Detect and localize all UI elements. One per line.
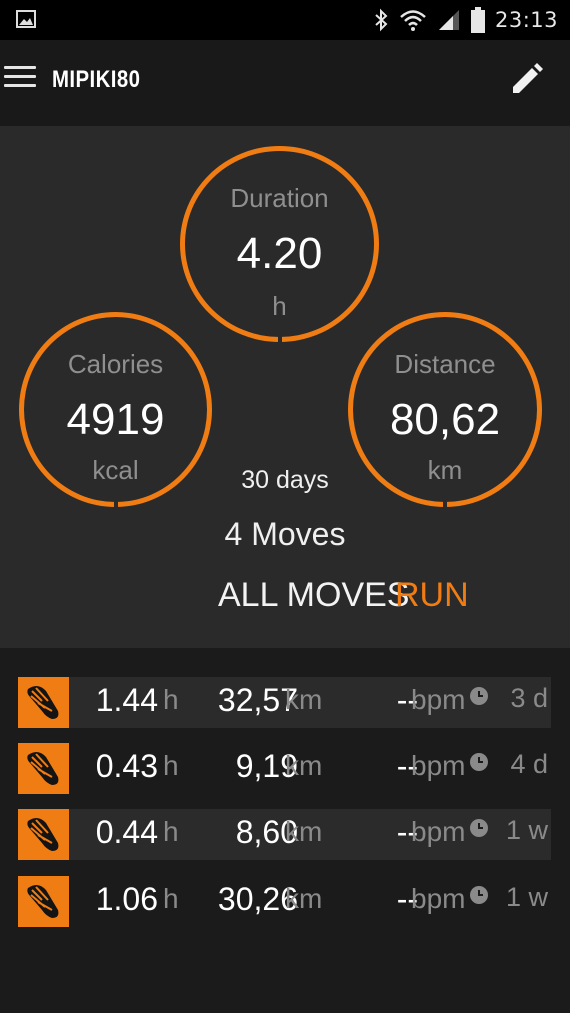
bluetooth-icon: [375, 8, 388, 32]
status-bar: 23:13: [0, 0, 570, 40]
period-label: 30 days: [241, 466, 329, 494]
distance-label: Distance: [394, 349, 496, 379]
move-distance-unit: km: [285, 684, 323, 715]
battery-icon: [470, 7, 485, 33]
wifi-icon: [400, 10, 426, 31]
filter-run[interactable]: RUN: [395, 576, 469, 615]
distance-value: 80,62: [389, 395, 501, 444]
move-time-ago: 1 w: [505, 882, 548, 912]
edit-pencil-icon[interactable]: [506, 60, 546, 100]
move-duration-unit: h: [163, 816, 179, 847]
move-distance-unit: km: [285, 816, 323, 847]
list-item[interactable]: 0.43 h 9,19 km -- bpm 4 d: [18, 743, 551, 794]
move-time-ago: 3 d: [510, 683, 548, 713]
duration-unit: h: [272, 291, 287, 321]
move-duration: 1.44: [95, 682, 158, 718]
list-item[interactable]: 0.44 h 8,60 km -- bpm 1 w: [18, 809, 551, 860]
status-time: 23:13: [494, 8, 558, 32]
list-item[interactable]: 1.06 h 30,26 km -- bpm 1 w: [18, 876, 551, 927]
clock-icon: [470, 819, 488, 837]
signal-icon: [438, 10, 459, 30]
move-duration: 0.43: [95, 748, 158, 784]
move-heart-rate-unit: bpm: [411, 750, 466, 781]
move-duration: 1.06: [95, 881, 158, 917]
move-time-ago: 4 d: [510, 749, 548, 779]
filter-all-moves[interactable]: ALL MOVES: [218, 576, 409, 615]
summary-panel: Duration 4.20 h Calories 4919 kcal Dista…: [0, 126, 570, 648]
run-shoe-icon: [18, 743, 69, 794]
duration-ring[interactable]: Duration 4.20 h: [180, 146, 379, 342]
clock-icon: [470, 886, 488, 904]
move-heart-rate-unit: bpm: [411, 883, 466, 914]
duration-value: 4.20: [236, 229, 323, 278]
run-shoe-icon: [18, 809, 69, 860]
duration-label: Duration: [230, 183, 329, 213]
calories-label: Calories: [67, 349, 164, 379]
move-duration-unit: h: [163, 750, 179, 781]
move-duration-unit: h: [163, 684, 179, 715]
run-shoe-icon: [18, 677, 69, 728]
menu-icon[interactable]: [4, 66, 36, 88]
move-heart-rate-unit: bpm: [411, 816, 466, 847]
move-distance: 32,57: [217, 682, 298, 718]
move-distance: 30,26: [217, 881, 298, 917]
run-shoe-icon: [18, 876, 69, 927]
move-duration: 0.44: [95, 814, 158, 850]
move-distance: 8,60: [235, 814, 298, 850]
move-duration-unit: h: [163, 883, 179, 914]
move-heart-rate-unit: bpm: [411, 684, 466, 715]
calories-unit: kcal: [92, 455, 139, 485]
page-title: MIPIKI80: [52, 66, 141, 93]
calories-value: 4919: [66, 395, 165, 444]
list-item[interactable]: 1.44 h 32,57 km -- bpm 3 d: [18, 677, 551, 728]
move-distance-unit: km: [285, 750, 323, 781]
image-icon: [16, 10, 36, 28]
clock-icon: [470, 687, 488, 705]
clock-icon: [470, 753, 488, 771]
app-bar: MIPIKI80: [0, 40, 570, 126]
move-time-ago: 1 w: [505, 815, 548, 845]
moves-count: 4 Moves: [224, 516, 346, 552]
move-distance-unit: km: [285, 883, 323, 914]
calories-ring[interactable]: Calories 4919 kcal: [19, 312, 212, 507]
move-distance: 9,19: [235, 748, 298, 784]
